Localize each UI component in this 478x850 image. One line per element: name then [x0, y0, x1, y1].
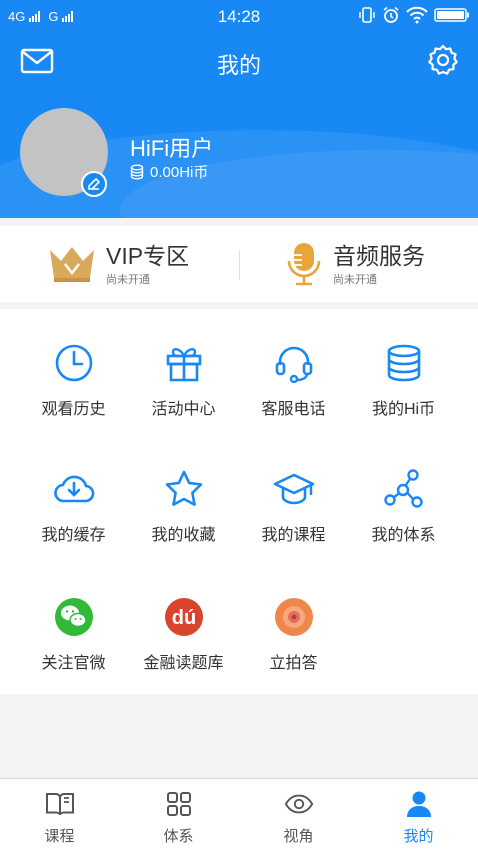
feature-grid: 观看历史 活动中心 客服电话 我的Hi币 我的缓存 我的收藏 我的课程 我的体系…	[0, 309, 478, 694]
grid-item-cache[interactable]: 我的缓存	[14, 435, 133, 545]
edit-profile-button[interactable]	[81, 171, 107, 197]
alarm-icon	[383, 6, 399, 23]
coins-stack-icon	[387, 344, 420, 382]
service-row: VIP专区 尚未开通 音频服务 尚未开通	[0, 226, 478, 302]
grid-item-label: 我的缓存	[41, 527, 106, 544]
vibrate-icon	[359, 7, 375, 23]
clock-icon	[55, 344, 92, 382]
headset-icon	[275, 346, 312, 383]
divider	[239, 250, 240, 280]
gift-icon	[166, 348, 201, 382]
status-icons	[358, 6, 470, 24]
grid-item-system[interactable]: 我的体系	[344, 435, 463, 545]
du-logo-icon: dú	[164, 598, 203, 636]
grid-item-label: 我的体系	[371, 527, 436, 544]
grid-item-label: 关注官微	[41, 655, 106, 672]
status-bar: 4G G 14:28	[0, 0, 478, 34]
cloud-download-icon	[53, 475, 94, 503]
crown-icon	[50, 247, 94, 282]
wifi-icon	[406, 6, 428, 24]
audio-service-label: 音频服务	[333, 242, 425, 269]
battery-icon	[434, 8, 469, 22]
grid-item-label: 金融读题库	[143, 655, 224, 672]
tab-label: 我的	[403, 828, 434, 845]
vip-zone-entry[interactable]: VIP专区 尚未开通	[48, 226, 189, 302]
grid-item-snap-answer[interactable]: 立拍答	[234, 563, 353, 673]
user-icon	[406, 791, 431, 817]
edit-icon	[88, 178, 100, 190]
tab-system[interactable]: 体系	[119, 779, 238, 850]
grid-item-label: 我的课程	[261, 527, 326, 544]
audio-service-entry[interactable]: 音频服务 尚未开通	[285, 226, 425, 302]
tab-label: 体系	[163, 828, 194, 845]
tab-perspective[interactable]: 视角	[239, 779, 358, 850]
grid-item-label: 观看历史	[41, 401, 106, 418]
grid-item-label: 客服电话	[261, 401, 326, 418]
grid-item-customer-service[interactable]: 客服电话	[234, 309, 353, 419]
tab-mine[interactable]: 我的	[359, 779, 478, 850]
vip-zone-status: 尚未开通	[106, 273, 150, 286]
eye-icon	[284, 794, 313, 814]
grid-item-favorites[interactable]: 我的收藏	[124, 435, 243, 545]
book-icon	[45, 793, 74, 816]
gear-icon	[428, 44, 458, 75]
username: HiFi用户	[130, 136, 214, 161]
coin-stack-icon	[130, 164, 144, 180]
tab-label: 视角	[283, 828, 314, 845]
grid-item-courses[interactable]: 我的课程	[234, 435, 353, 545]
bottom-tab-bar: 课程 体系 视角 我的	[0, 778, 478, 850]
coin-balance: 0.00Hi币	[130, 161, 208, 182]
grid-item-follow-wechat[interactable]: 关注官微	[14, 563, 133, 673]
coin-balance-value: 0.00Hi币	[150, 164, 209, 181]
grid-item-history[interactable]: 观看历史	[14, 309, 133, 419]
wechat-icon	[54, 598, 93, 636]
profile-header: 4G G 14:28 我的 HiFi用户 0.00Hi币	[0, 0, 478, 218]
title-bar: 我的	[0, 38, 478, 84]
grid-item-finance-question-bank[interactable]: dú 金融读题库	[124, 563, 243, 673]
grid-item-label: 立拍答	[269, 655, 318, 672]
audio-service-status: 尚未开通	[333, 273, 377, 286]
microphone-icon	[287, 243, 321, 286]
grid-item-label: 我的收藏	[151, 527, 216, 544]
vip-zone-label: VIP专区	[106, 242, 190, 269]
star-icon	[165, 470, 202, 506]
grid-item-label: 活动中心	[151, 401, 216, 418]
grid-item-my-coins[interactable]: 我的Hi币	[344, 309, 463, 419]
page-title: 我的	[216, 53, 261, 78]
tab-label: 课程	[44, 828, 75, 845]
grid-item-activity[interactable]: 活动中心	[124, 309, 243, 419]
tab-courses[interactable]: 课程	[0, 779, 119, 850]
camera-lens-icon	[274, 598, 313, 636]
svg-text:dú: dú	[171, 607, 195, 629]
settings-button[interactable]	[426, 43, 460, 77]
graduation-cap-icon	[273, 473, 314, 505]
network-nodes-icon	[383, 469, 423, 508]
grid-icon	[166, 792, 191, 816]
grid-item-label: 我的Hi币	[371, 401, 436, 418]
